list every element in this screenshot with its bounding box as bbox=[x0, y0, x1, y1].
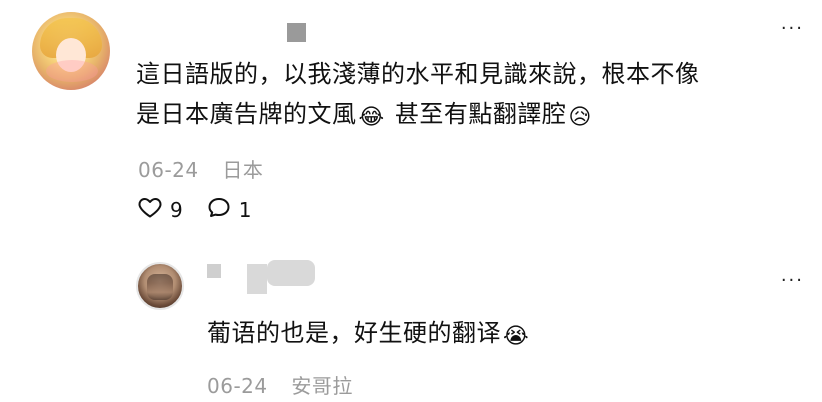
comment-line-2-part-b: 甚至有點翻譯腔 bbox=[386, 100, 567, 128]
comment-location: 日本 bbox=[222, 158, 264, 182]
reply-blurred-username-part-2[interactable] bbox=[247, 264, 267, 294]
like-count: 9 bbox=[170, 197, 183, 222]
sad-emoji-icon: 😥 bbox=[568, 105, 592, 130]
crying-emoji-icon: 😭 bbox=[503, 324, 530, 349]
avatar[interactable] bbox=[32, 12, 110, 90]
reply-meta: 06-24 安哥拉 bbox=[207, 370, 353, 399]
comment-actions: 9 1 bbox=[138, 196, 251, 223]
reply-count: 1 bbox=[238, 197, 252, 222]
avatar-blush bbox=[46, 60, 98, 82]
reply-date: 06-24 bbox=[207, 374, 268, 398]
reply-text-body: 葡语的也是，好生硬的翻译 bbox=[207, 319, 501, 347]
laughing-emoji-icon: 😂 bbox=[358, 105, 385, 130]
comment-line-1: 這日語版的，以我淺薄的水平和見識來說，根本不像 bbox=[136, 60, 700, 88]
reply-avatar[interactable] bbox=[136, 262, 184, 310]
reply-blurred-username-part-1[interactable] bbox=[207, 264, 221, 278]
reply-avatar-face bbox=[147, 274, 173, 300]
like-action[interactable]: 9 bbox=[138, 196, 183, 223]
speech-bubble-outline-icon bbox=[207, 196, 231, 223]
comment-line-2-part-a: 是日本廣告牌的文風 bbox=[136, 100, 357, 128]
reply-location: 安哥拉 bbox=[291, 374, 353, 398]
comment-text: 這日語版的，以我淺薄的水平和見識來說，根本不像 是日本廣告牌的文風😂 甚至有點翻… bbox=[136, 54, 756, 138]
reply-blurred-username-part-3[interactable] bbox=[267, 260, 315, 286]
blurred-username[interactable] bbox=[287, 23, 306, 42]
comment-line-2: 是日本廣告牌的文風😂 甚至有點翻譯腔😥 bbox=[136, 94, 756, 138]
heart-outline-icon bbox=[138, 196, 162, 223]
comment-date: 06-24 bbox=[138, 158, 199, 182]
more-icon[interactable]: ··· bbox=[781, 18, 804, 39]
reply-more-icon[interactable]: ··· bbox=[781, 270, 804, 291]
comment-meta: 06-24 日本 bbox=[138, 154, 263, 183]
reply-action[interactable]: 1 bbox=[207, 196, 252, 223]
reply-text: 葡语的也是，好生硬的翻译😭 bbox=[207, 316, 531, 354]
